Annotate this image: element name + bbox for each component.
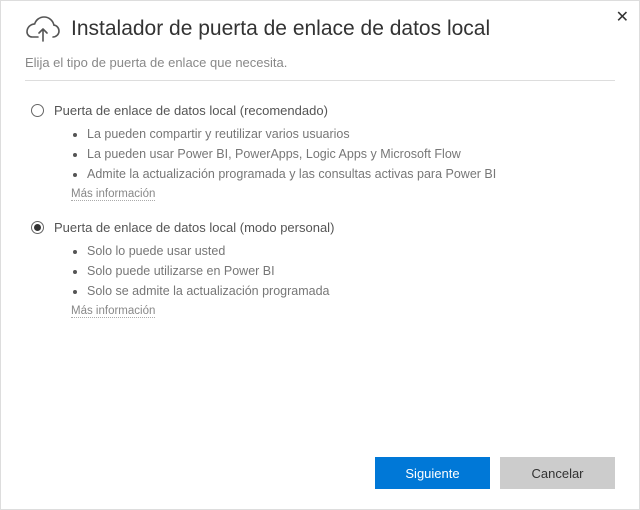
- option-personal-header[interactable]: Puerta de enlace de datos local (modo pe…: [31, 220, 609, 235]
- list-item: Admite la actualización programada y las…: [87, 164, 609, 184]
- cloud-upload-icon: [25, 15, 61, 43]
- list-item: Solo se admite la actualización programa…: [87, 281, 609, 301]
- gateway-installer-dialog: ✕ Instalador de puerta de enlace de dato…: [0, 0, 640, 510]
- dialog-subtitle: Elija el tipo de puerta de enlace que ne…: [1, 49, 639, 80]
- option-recommended-header[interactable]: Puerta de enlace de datos local (recomen…: [31, 103, 609, 118]
- list-item: Solo puede utilizarse en Power BI: [87, 261, 609, 281]
- cancel-button[interactable]: Cancelar: [500, 457, 615, 489]
- option-personal: Puerta de enlace de datos local (modo pe…: [31, 220, 609, 319]
- radio-personal[interactable]: [31, 221, 44, 234]
- more-info-personal-link[interactable]: Más información: [71, 305, 155, 318]
- list-item: La pueden compartir y reutilizar varios …: [87, 124, 609, 144]
- next-button[interactable]: Siguiente: [375, 457, 490, 489]
- close-button[interactable]: ✕: [616, 7, 629, 27]
- option-recommended-label: Puerta de enlace de datos local (recomen…: [54, 103, 328, 118]
- option-recommended: Puerta de enlace de datos local (recomen…: [31, 103, 609, 202]
- more-info-recommended-link[interactable]: Más información: [71, 188, 155, 201]
- list-item: La pueden usar Power BI, PowerApps, Logi…: [87, 144, 609, 164]
- radio-recommended[interactable]: [31, 104, 44, 117]
- option-recommended-bullets: La pueden compartir y reutilizar varios …: [31, 124, 609, 184]
- option-personal-bullets: Solo lo puede usar usted Solo puede util…: [31, 241, 609, 301]
- dialog-title: Instalador de puerta de enlace de datos …: [71, 17, 490, 41]
- dialog-header: Instalador de puerta de enlace de datos …: [1, 1, 639, 49]
- option-personal-label: Puerta de enlace de datos local (modo pe…: [54, 220, 334, 235]
- dialog-footer: Siguiente Cancelar: [375, 457, 615, 489]
- list-item: Solo lo puede usar usted: [87, 241, 609, 261]
- gateway-type-options: Puerta de enlace de datos local (recomen…: [1, 81, 639, 319]
